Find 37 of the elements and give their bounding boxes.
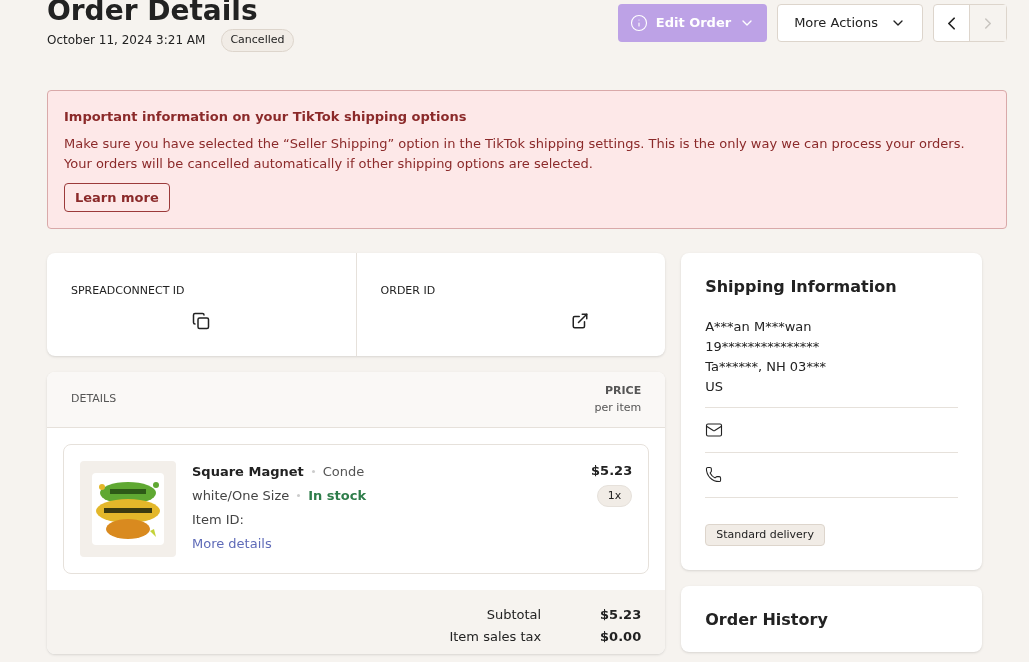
chevron-right-icon: [985, 17, 991, 29]
column-heading: DETAILS: [71, 391, 117, 408]
info-icon: [629, 14, 648, 32]
item-id-label: Item ID:: [192, 511, 245, 529]
total-label: Item sales tax: [449, 628, 542, 646]
alert-text: Make sure you have selected the “Seller Shipping” option in the TikTok shipping settings. This is the only way we can process your orders. Your orders will be cancelled automatically if other shipping options are selected.: [64, 135, 966, 173]
quantity-badge: 1x: [596, 484, 633, 507]
total-value: $5.23: [599, 606, 642, 624]
address-line: Ta******, NH 03***: [705, 357, 827, 376]
chevron-left-icon: [948, 16, 955, 30]
email-icon: [705, 420, 724, 439]
status-badge: Cancelled: [221, 29, 294, 52]
price-heading: PRICE: [604, 383, 642, 399]
brand-name: Conde: [322, 463, 365, 481]
phone-icon: [705, 466, 723, 483]
total-value: $0.00: [599, 628, 642, 646]
alert-title: Important information on your TikTok shipping options: [64, 107, 468, 126]
product-name: Square Magnet: [192, 463, 304, 481]
stock-status: In stock: [308, 487, 367, 505]
learn-more-button[interactable]: Learn more: [64, 183, 170, 212]
total-label: Subtotal: [486, 606, 542, 624]
copy-icon[interactable]: [192, 311, 211, 330]
id-label: ORDER ID: [380, 283, 437, 299]
item-price: $5.23: [591, 462, 633, 480]
card-title: Order History: [705, 609, 829, 631]
recipient-name: A***an M***wan: [705, 318, 813, 336]
variant-text: white/One Size: [192, 487, 290, 505]
id-label: SPREADCONNECT ID: [71, 283, 186, 299]
order-date: October 11, 2024 3:21 AM: [47, 32, 206, 50]
external-link-icon[interactable]: [571, 311, 590, 330]
card-title: Shipping Information: [705, 276, 898, 298]
more-actions-button[interactable]: More Actions: [777, 4, 923, 42]
address-line: 19***************: [705, 337, 821, 356]
address-line: US: [705, 377, 724, 396]
delivery-badge: Standard delivery: [705, 523, 825, 546]
more-details-link[interactable]: More details: [192, 533, 272, 554]
price-subheading: per item: [594, 399, 642, 416]
